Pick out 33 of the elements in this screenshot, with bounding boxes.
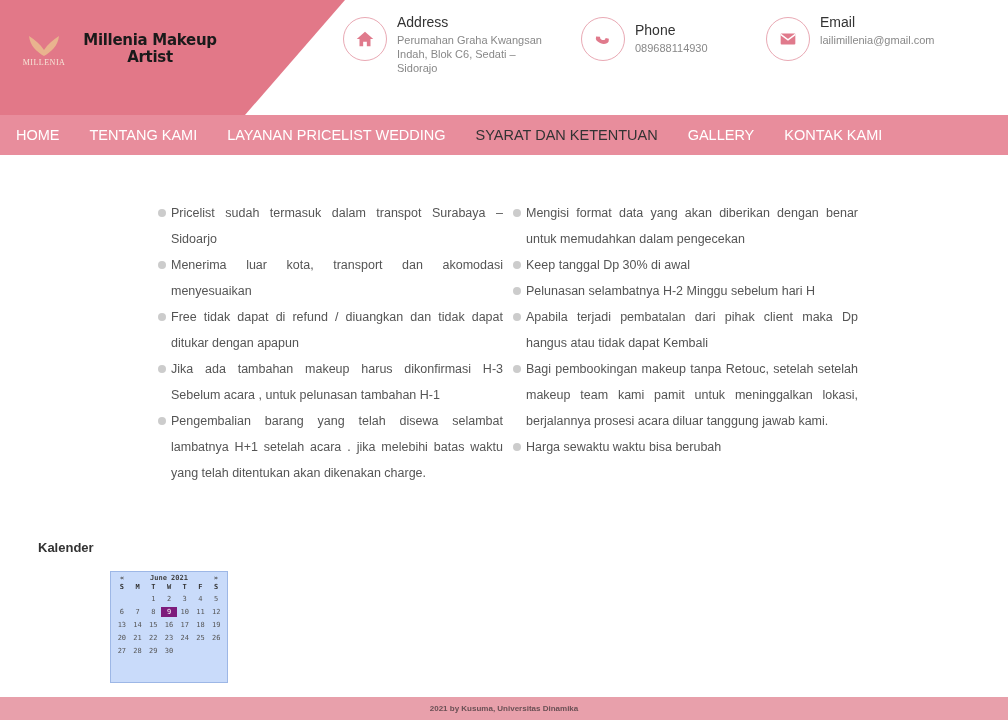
nav-link[interactable]: SYARAT DAN KETENTUAN — [475, 127, 658, 143]
term-text: Pricelist sudah termasuk dalam transpot Surabaya – Sidoarjo — [171, 205, 503, 248]
bullet-icon — [158, 261, 166, 269]
bullet-icon — [513, 261, 521, 269]
bullet-icon — [158, 417, 166, 425]
contact-value: 089688114930 — [635, 41, 708, 55]
contact-value: lailimillenia@gmail.com — [820, 33, 935, 47]
contact-label: Email — [820, 14, 856, 30]
contact-value: Perumahan Graha Kwangsan Indah, Blok C6, Sedati – Sidorajo — [397, 33, 543, 75]
term-text: Apabila terjadi pembatalan dari pihak client maka Dp hangus atau tidak dapat Kembali — [526, 309, 858, 352]
contact-label: Phone — [635, 22, 677, 38]
term-text: Jika ada tambahan makeup harus dikonfirmasi H-3 Sebelum acara , untuk pelunasan tambahan H-1 — [171, 361, 503, 404]
bullet-icon — [158, 365, 166, 373]
term-text: Free tidak dapat di refund / diuangkan dan tidak dapat ditukar dengan apapun — [171, 309, 503, 352]
term-text: Pelunasan selambatnya H-2 Minggu sebelum hari H — [526, 283, 816, 300]
term-text: Harga sewaktu waktu bisa berubah — [526, 439, 722, 456]
term-text: Mengisi format data yang akan diberikan dengan benar untuk memudahkan dalam pengecekan — [526, 205, 858, 248]
brand-name[interactable]: Millenia Makeup Artist — [80, 32, 220, 66]
bullet-icon — [513, 443, 521, 451]
contact-label: Address — [397, 14, 450, 30]
bullet-icon — [158, 313, 166, 321]
term-text: Pengembalian barang yang telah disewa selambat lambatnya H+1 setelah acara . jika melebihi batas waktu yang telah ditentukan akan dikenakan charge. — [171, 413, 503, 482]
bullet-icon — [513, 313, 521, 321]
logo-caption: MILLENIA — [22, 57, 66, 67]
bullet-icon — [158, 209, 166, 217]
term-text: Menerima luar kota, transport dan akomodasi menyesuaikan — [171, 257, 503, 300]
bullet-icon — [513, 365, 521, 373]
term-text: Bagi pembookingan makeup tanpa Retouc, setelah setelah makeup team kami pamit untuk meninggalkan lokasi, berjalannya prosesi acara diluar tanggung jawab kami. — [526, 361, 858, 430]
footer-text: 2021 by Kusuma, Universitas Dinamika — [429, 704, 579, 713]
section-title: Kalender — [38, 540, 95, 555]
bullet-icon — [513, 209, 521, 217]
bullet-icon — [513, 287, 521, 295]
term-text: Keep tanggal Dp 30% di awal — [526, 257, 690, 274]
